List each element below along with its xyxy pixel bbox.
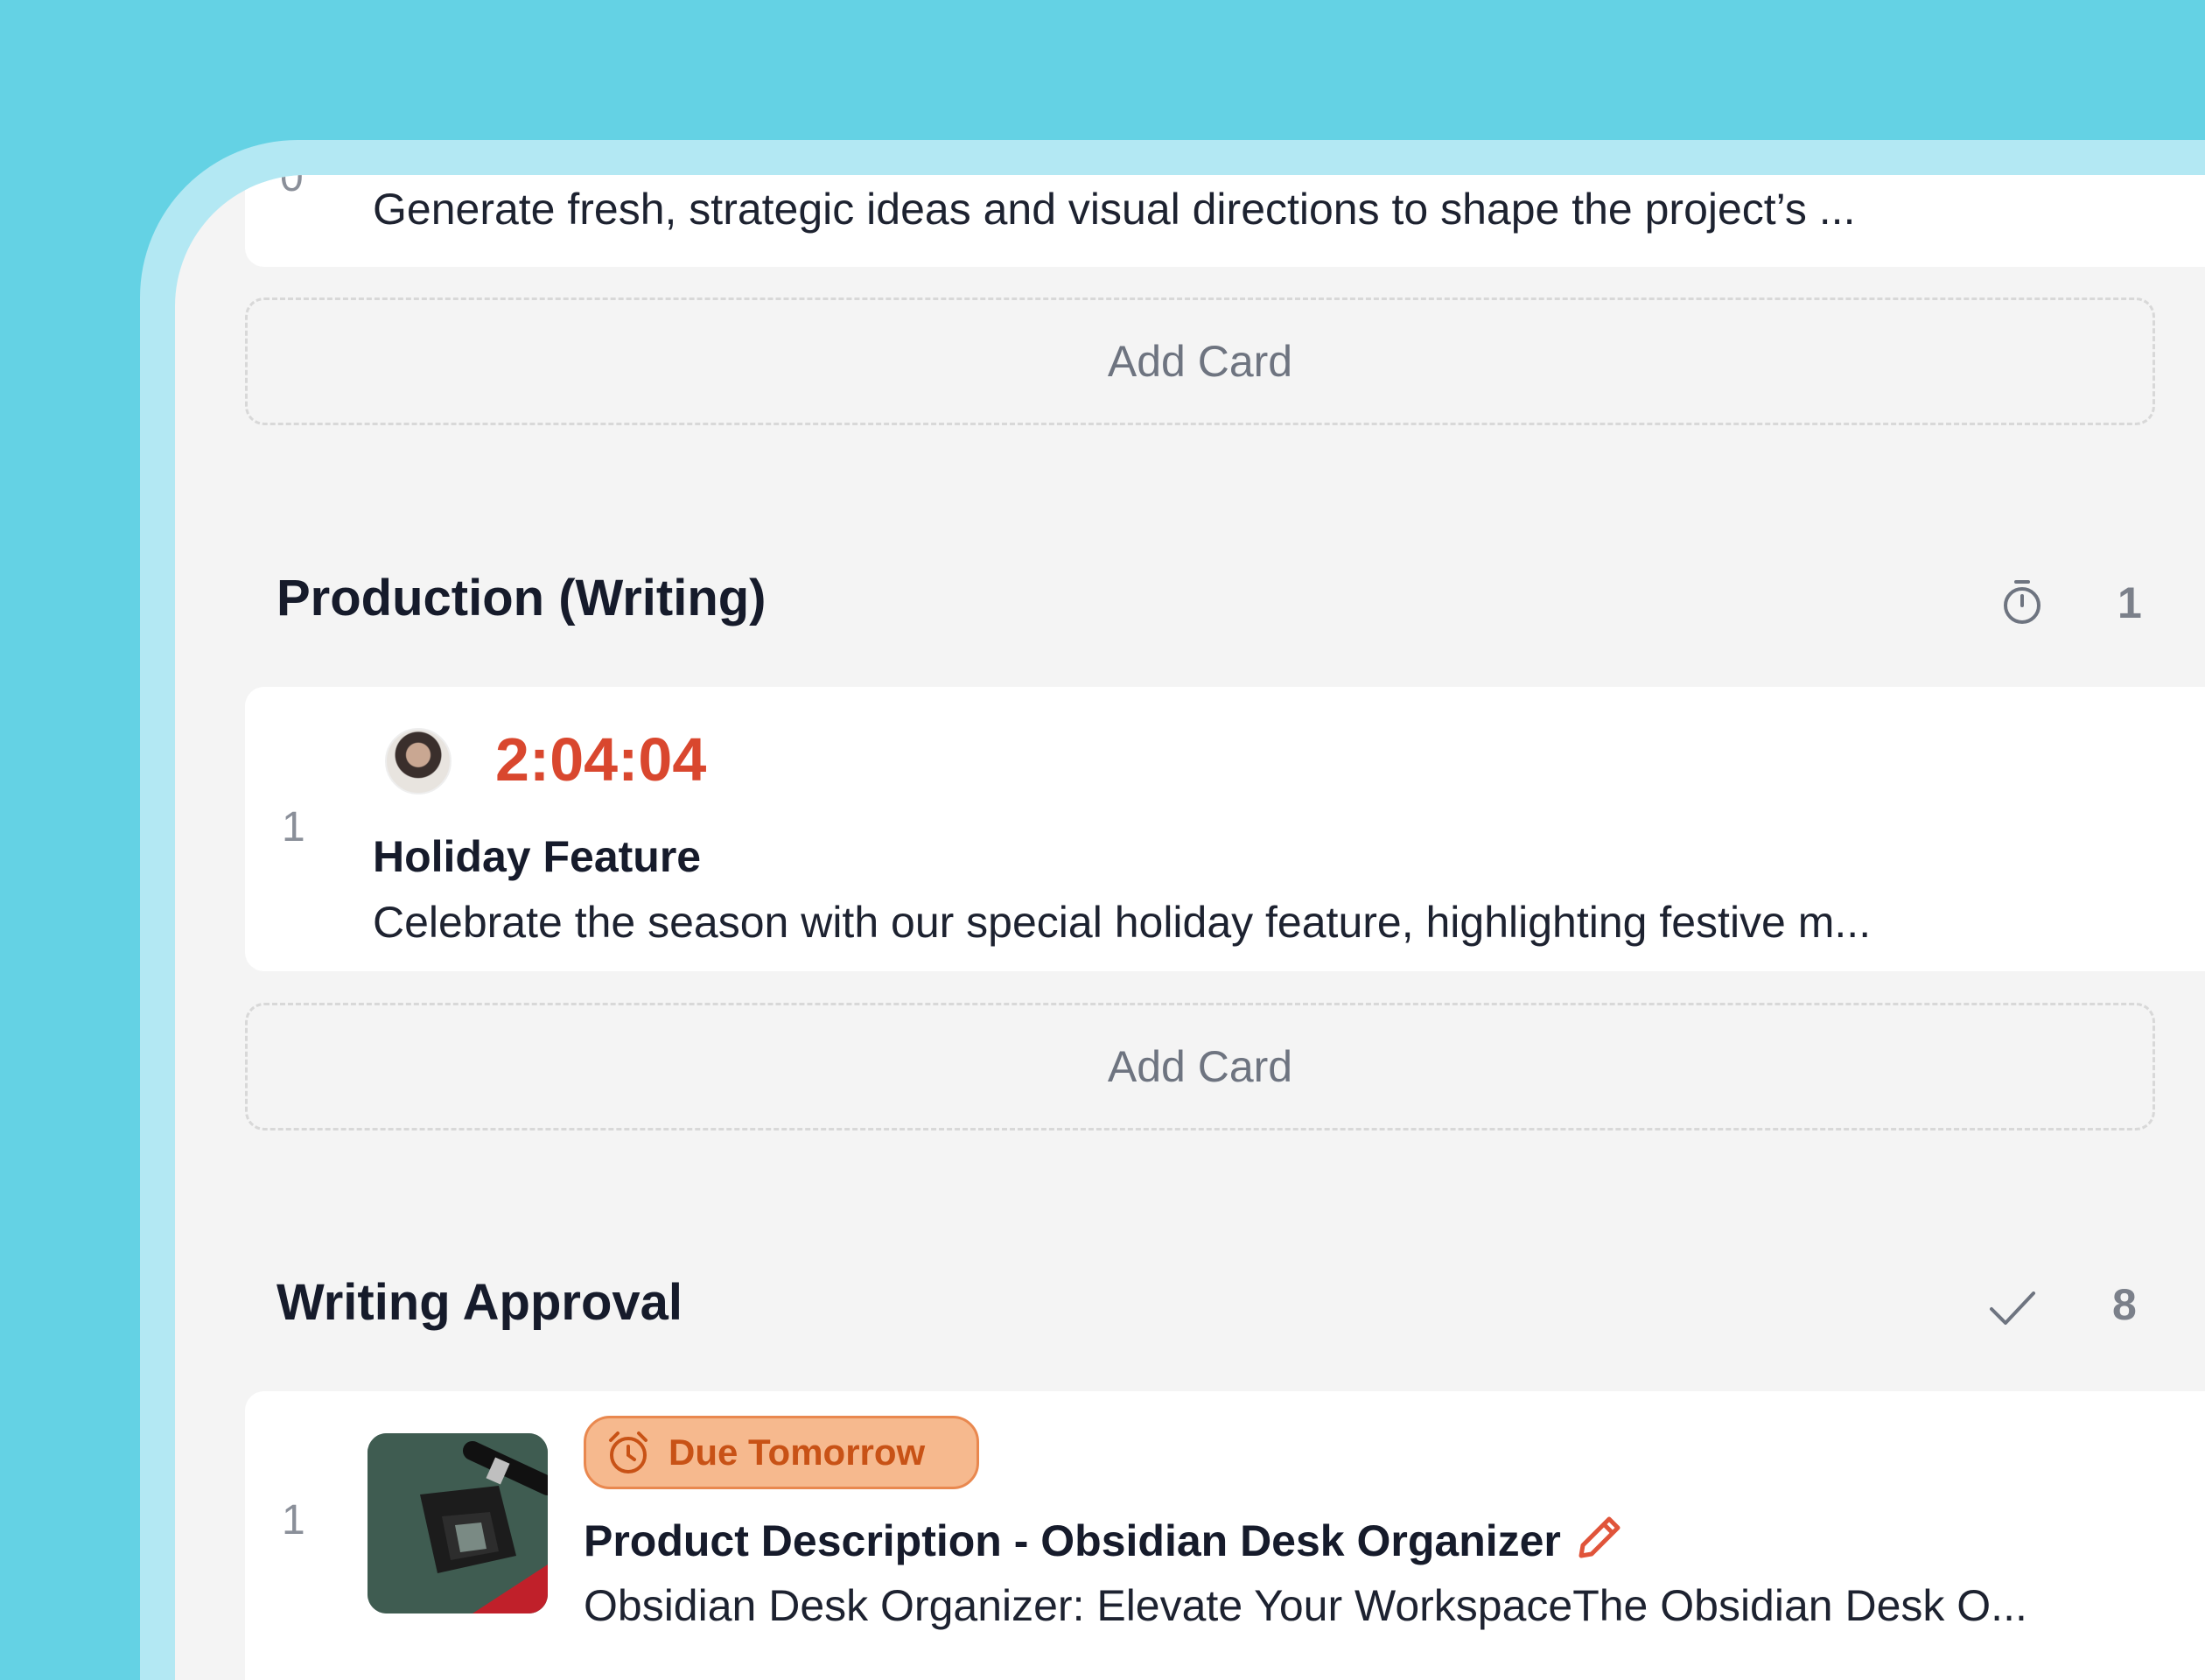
due-badge: Due Tomorrow: [584, 1416, 979, 1489]
product-thumbnail: [368, 1433, 548, 1614]
alarm-clock-icon: [609, 1432, 648, 1474]
section-count: 1: [2118, 578, 2142, 627]
assignee-avatar[interactable]: [385, 728, 452, 794]
section-title-production-writing: Production (Writing): [276, 570, 766, 626]
card-timer: 2:04:04: [495, 725, 707, 794]
card-index: 1: [282, 1497, 305, 1544]
edit-pencil-icon[interactable]: [1571, 1512, 1625, 1566]
card-title: Product Description - Obsidian Desk Orga…: [584, 1516, 1561, 1565]
card-description: Obsidian Desk Organizer: Elevate Your Wo…: [584, 1581, 2027, 1630]
section-count: 8: [2112, 1280, 2137, 1329]
card-description: Celebrate the season with our special ho…: [373, 898, 1872, 947]
check-icon[interactable]: [1988, 1288, 2037, 1328]
due-badge-label: Due Tomorrow: [668, 1432, 926, 1473]
kanban-board: 0 Generate fresh, strategic ideas and vi…: [175, 175, 2205, 1680]
card-index: 1: [282, 804, 305, 850]
card-index: 0: [280, 175, 304, 200]
add-card-button[interactable]: Add Card: [245, 1003, 2155, 1130]
section-title-writing-approval: Writing Approval: [276, 1274, 682, 1331]
stopwatch-icon[interactable]: [2000, 578, 2044, 626]
add-card-button[interactable]: Add Card: [245, 298, 2155, 425]
card-title: Holiday Feature: [373, 832, 702, 881]
card-description: Generate fresh, strategic ideas and visu…: [373, 185, 1856, 234]
